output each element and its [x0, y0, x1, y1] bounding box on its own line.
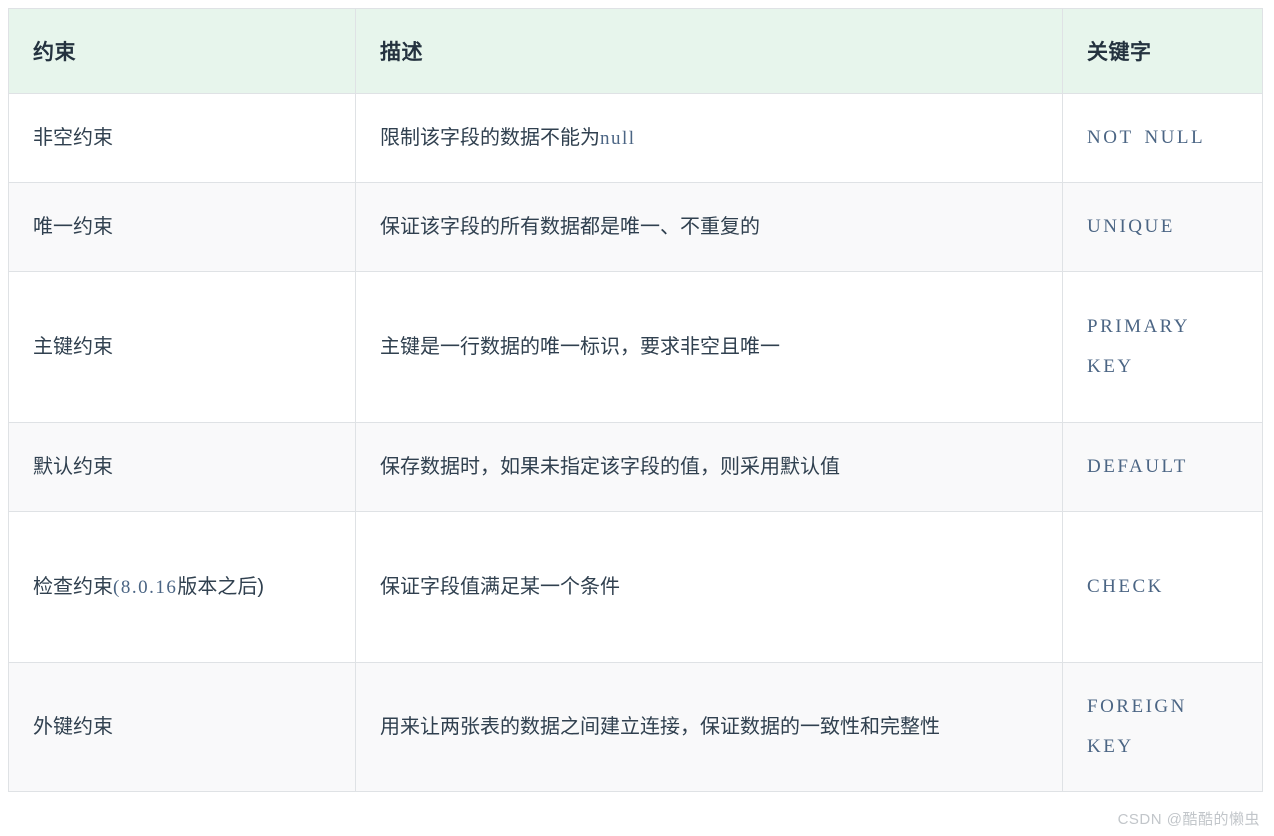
cell-constraint-name: 主键约束 [8, 271, 356, 423]
constraint-name-text: 默认约束 [33, 456, 113, 478]
constraint-name-text: 非空约束 [33, 127, 113, 149]
description-mono: null [600, 128, 636, 149]
keyword-text: FOREIGN KEY [1087, 696, 1187, 757]
page-root: 约束 描述 关键字 非空约束 限制该字段的数据不能为null NOT NULL [0, 0, 1274, 836]
column-header-keyword: 关键字 [1062, 8, 1263, 94]
cell-description: 用来让两张表的数据之间建立连接，保证数据的一致性和完整性 [355, 662, 1063, 792]
table-row: 主键约束 主键是一行数据的唯一标识，要求非空且唯一 PRIMARY KEY [8, 271, 1263, 423]
keyword-text: NOT NULL [1087, 127, 1206, 149]
cell-keyword: UNIQUE [1062, 182, 1263, 272]
cell-description: 限制该字段的数据不能为null [355, 93, 1063, 183]
cell-constraint-name: 检查约束(8.0.16版本之后) [8, 511, 356, 663]
constraints-table-wrapper: 约束 描述 关键字 非空约束 限制该字段的数据不能为null NOT NULL [8, 8, 1263, 792]
description-text-pre: 限制该字段的数据不能为 [380, 127, 600, 149]
table-row: 唯一约束 保证该字段的所有数据都是唯一、不重复的 UNIQUE [8, 182, 1263, 272]
cell-description: 保证该字段的所有数据都是唯一、不重复的 [355, 182, 1063, 272]
constraints-table: 约束 描述 关键字 非空约束 限制该字段的数据不能为null NOT NULL [8, 8, 1263, 792]
constraint-name-tail: 版本之后) [177, 576, 264, 598]
column-header-constraint: 约束 [8, 8, 356, 94]
table-head: 约束 描述 关键字 [8, 8, 1263, 94]
table-row: 检查约束(8.0.16版本之后) 保证字段值满足某一个条件 CHECK [8, 511, 1263, 663]
cell-keyword: PRIMARY KEY [1062, 271, 1263, 423]
cell-description: 保证字段值满足某一个条件 [355, 511, 1063, 663]
cell-constraint-name: 唯一约束 [8, 182, 356, 272]
keyword-text: UNIQUE [1087, 216, 1175, 238]
constraint-name-text: 主键约束 [33, 336, 113, 358]
table-row: 非空约束 限制该字段的数据不能为null NOT NULL [8, 93, 1263, 183]
cell-description: 主键是一行数据的唯一标识，要求非空且唯一 [355, 271, 1063, 423]
cell-keyword: NOT NULL [1062, 93, 1263, 183]
table-body: 非空约束 限制该字段的数据不能为null NOT NULL 唯一约束 保证该字段… [8, 93, 1263, 792]
keyword-text: DEFAULT [1087, 456, 1188, 478]
description-text-pre: 保存数据时，如果未指定该字段的值，则采用默认值 [380, 456, 840, 478]
keyword-text: PRIMARY KEY [1087, 316, 1190, 377]
cell-description: 保存数据时，如果未指定该字段的值，则采用默认值 [355, 422, 1063, 512]
description-text-pre: 用来让两张表的数据之间建立连接，保证数据的一致性和完整性 [380, 716, 940, 738]
column-header-description: 描述 [355, 8, 1063, 94]
constraint-name-text: 检查约束 [33, 576, 113, 598]
table-header-row: 约束 描述 关键字 [8, 8, 1263, 94]
constraint-name-mono: (8.0.16 [113, 577, 178, 598]
description-text-pre: 保证该字段的所有数据都是唯一、不重复的 [380, 216, 760, 238]
cell-constraint-name: 非空约束 [8, 93, 356, 183]
cell-keyword: CHECK [1062, 511, 1263, 663]
description-text-pre: 主键是一行数据的唯一标识，要求非空且唯一 [380, 336, 780, 358]
table-row: 默认约束 保存数据时，如果未指定该字段的值，则采用默认值 DEFAULT [8, 422, 1263, 512]
cell-constraint-name: 外键约束 [8, 662, 356, 792]
csdn-watermark: CSDN @酷酷的懒虫 [1117, 811, 1260, 828]
constraint-name-text: 唯一约束 [33, 216, 113, 238]
constraint-name-text: 外键约束 [33, 716, 113, 738]
cell-constraint-name: 默认约束 [8, 422, 356, 512]
cell-keyword: FOREIGN KEY [1062, 662, 1263, 792]
cell-keyword: DEFAULT [1062, 422, 1263, 512]
table-row: 外键约束 用来让两张表的数据之间建立连接，保证数据的一致性和完整性 FOREIG… [8, 662, 1263, 792]
description-text-pre: 保证字段值满足某一个条件 [380, 576, 620, 598]
keyword-text: CHECK [1087, 576, 1164, 598]
